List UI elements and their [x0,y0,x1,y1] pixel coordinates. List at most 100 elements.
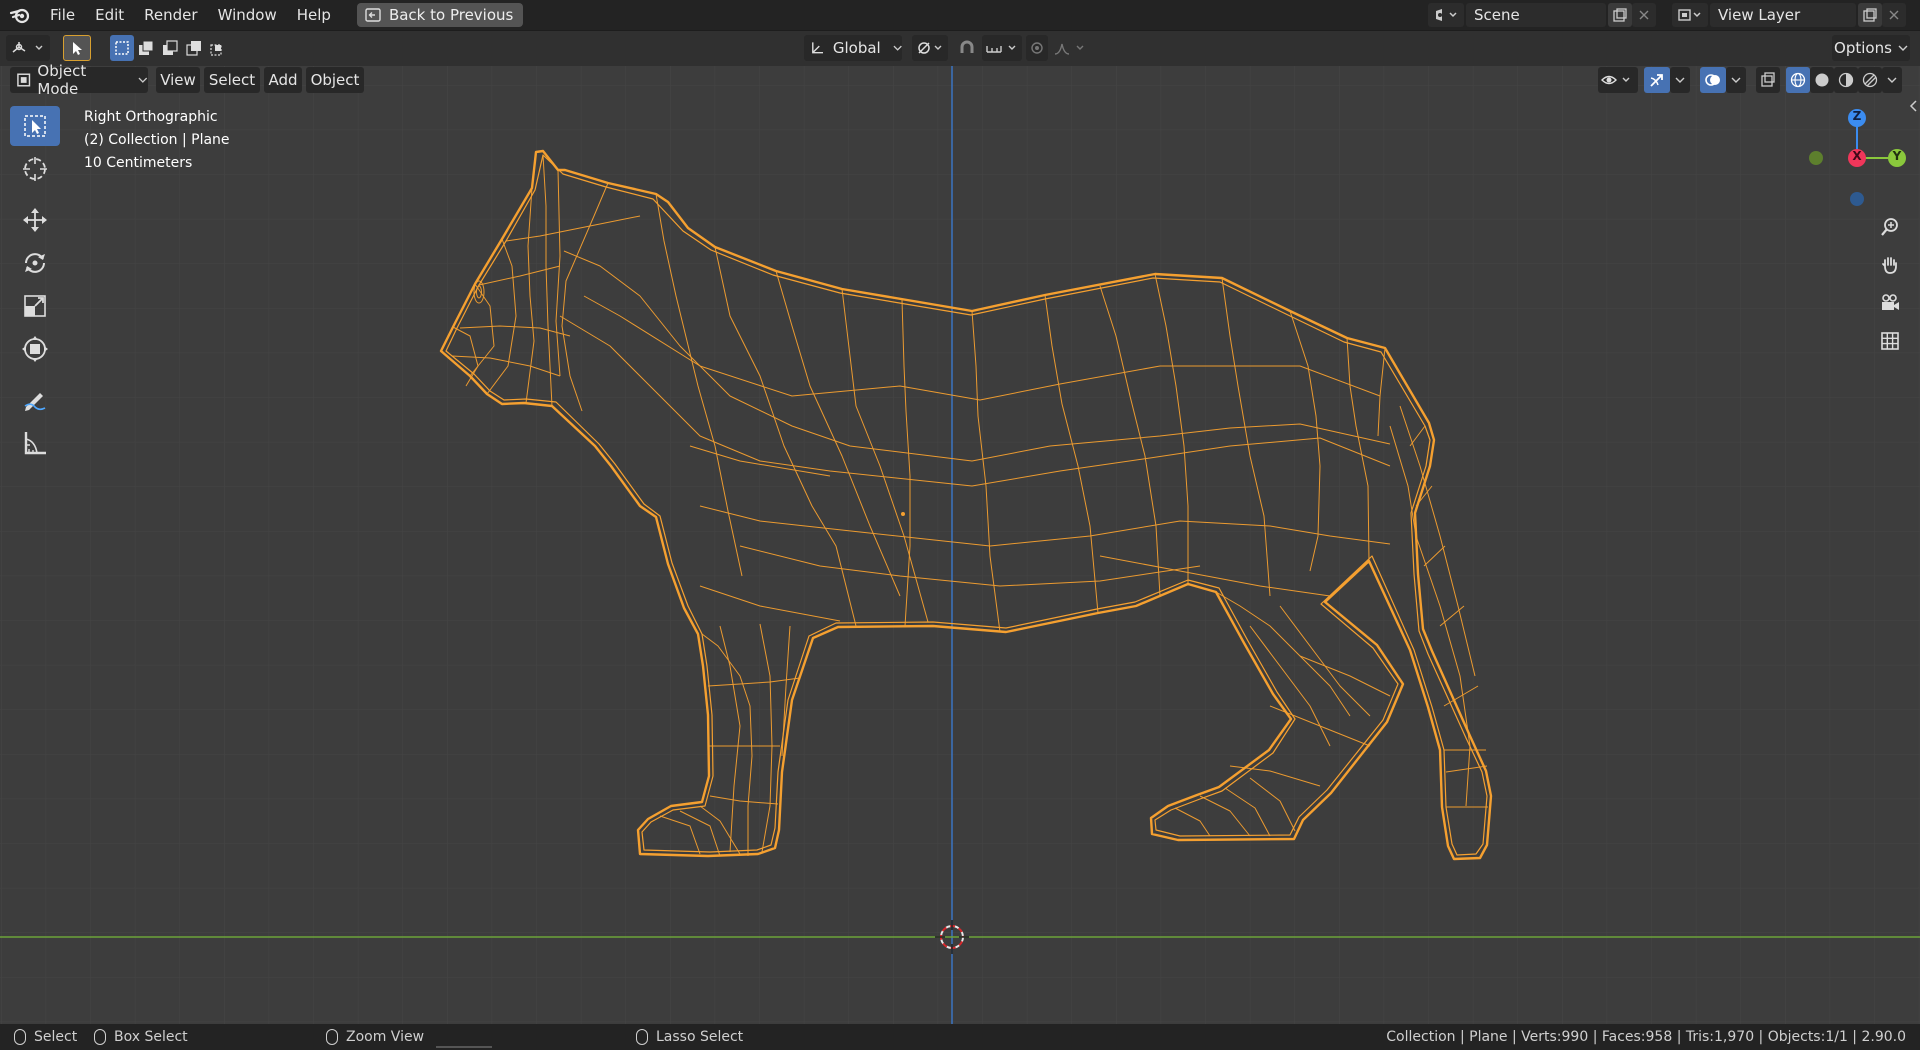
sidebar-expand-chevron-icon[interactable] [1908,96,1920,116]
back-to-previous-label: Back to Previous [388,6,514,24]
view-layer-name-field[interactable]: View Layer [1710,3,1856,27]
show-overlays-toggle[interactable] [1700,67,1726,93]
select-box-icon [24,115,46,137]
view-layer-new-button[interactable] [1858,3,1882,27]
select-invert-icon [186,41,201,56]
shading-wireframe-button[interactable] [1786,67,1810,93]
show-gizmo-toggle[interactable] [1644,67,1670,93]
move-arrows-icon [23,208,47,232]
view-layer-delete-button[interactable] [1882,3,1906,27]
mouse-left-icon [14,1029,26,1045]
view-name-text: Right Orthographic [84,109,218,125]
tool-transform[interactable] [10,329,60,369]
blender-logo-icon[interactable] [0,0,40,30]
proportional-editing-toggle[interactable] [1026,35,1048,61]
options-dropdown[interactable]: Options [1832,35,1910,61]
back-to-previous-button[interactable]: Back to Previous [356,3,524,27]
crosshair-cursor-icon [23,157,47,181]
gizmo-options-dropdown[interactable] [1670,67,1690,93]
rendered-sphere-icon [1862,72,1878,88]
hand-icon [1882,257,1897,274]
zoom-icon [1881,218,1898,236]
chevron-down-icon [1731,77,1741,83]
material-sphere-icon [1838,72,1854,88]
scene-delete-button[interactable] [1632,3,1656,27]
gizmo-neg-z-axis[interactable] [1850,192,1864,206]
select-mode-new-button[interactable] [110,35,134,61]
shading-options-dropdown[interactable] [1882,67,1902,93]
object-menu[interactable]: Object [306,67,364,93]
pan-view-button[interactable] [1875,250,1905,280]
menu-window[interactable]: Window [208,0,287,30]
overlays-icon [1705,74,1720,86]
select-mode-invert-button[interactable] [182,35,206,61]
chevron-down-icon [893,45,902,51]
camera-view-button[interactable] [1875,288,1905,318]
zoom-view-button[interactable] [1875,212,1905,242]
menu-help[interactable]: Help [287,0,341,30]
select-mode-extend-button[interactable] [134,35,158,61]
interaction-mode-dropdown[interactable]: Object Mode [10,62,148,98]
select-mode-subtract-button[interactable] [158,35,182,61]
scene-new-button[interactable] [1608,3,1632,27]
snap-increment-icon [986,45,1016,53]
status-hint-lasso-select: Lasso Select [636,1024,743,1050]
duplicate-icon [1613,8,1627,22]
pivot-point-dropdown[interactable] [912,35,948,61]
active-tool-select-button[interactable] [63,35,91,61]
proportional-falloff-dropdown[interactable] [1050,35,1090,61]
mouse-middle-icon [326,1029,338,1045]
status-hint-select: Select [14,1024,77,1050]
tool-scale[interactable] [10,286,60,326]
view-menu[interactable]: View [156,67,200,93]
view-layer-browse-button[interactable] [1672,3,1708,27]
select-menu[interactable]: Select [204,67,260,93]
scene-name-field[interactable]: Scene [1466,3,1606,27]
transform-orientation-dropdown[interactable]: Global [804,35,902,61]
mouse-right-icon [636,1029,648,1045]
gizmo-y-label: Y [1892,149,1902,163]
select-intersect-icon [210,44,222,56]
proportional-edit-icon [1031,42,1043,54]
editor-type-button[interactable] [6,35,50,61]
camera-icon [1882,294,1899,310]
magnet-icon [960,40,974,53]
tool-cursor[interactable] [10,149,60,189]
add-menu[interactable]: Add [264,67,302,93]
gizmo-icon [1650,74,1663,87]
menu-render[interactable]: Render [134,0,207,30]
snap-toggle-button[interactable] [954,35,980,61]
object-visibility-dropdown[interactable] [1598,67,1638,93]
shading-rendered-button[interactable] [1858,67,1882,93]
left-toolbar [10,106,62,466]
chevron-down-icon [1675,77,1685,83]
tool-annotate[interactable] [10,380,60,420]
close-icon [1889,10,1899,20]
tool-rotate[interactable] [10,243,60,283]
snap-target-dropdown[interactable] [982,35,1022,61]
overlays-options-dropdown[interactable] [1726,67,1746,93]
scene-browse-button[interactable] [1428,3,1464,27]
toggle-xray-button[interactable] [1756,67,1780,93]
tool-settings-header: Global Options [0,31,1920,66]
tool-measure[interactable] [10,423,60,463]
toggle-ortho-button[interactable] [1875,326,1905,356]
menu-file[interactable]: File [40,0,85,30]
shading-solid-button[interactable] [1810,67,1834,93]
mouse-drag-icon [94,1029,106,1045]
xray-icon [1761,72,1775,87]
grid-scale-text: 10 Centimeters [84,155,193,171]
orientation-axes-icon [812,42,824,54]
status-bar: Select Box Select Zoom View Lasso Select… [0,1024,1920,1050]
gizmo-neg-y-axis[interactable] [1809,151,1823,165]
tool-select-box[interactable] [10,106,60,146]
select-mode-intersect-button[interactable] [206,35,230,61]
pencil-annotate-icon [24,393,46,411]
grid-icon [1881,332,1899,350]
tool-move[interactable] [10,200,60,240]
select-subtract-icon [163,40,178,55]
menu-edit[interactable]: Edit [85,0,134,30]
3d-viewport[interactable]: Z X Y [0,66,1920,1024]
shading-material-button[interactable] [1834,67,1858,93]
viewport-grid [0,66,1920,1024]
